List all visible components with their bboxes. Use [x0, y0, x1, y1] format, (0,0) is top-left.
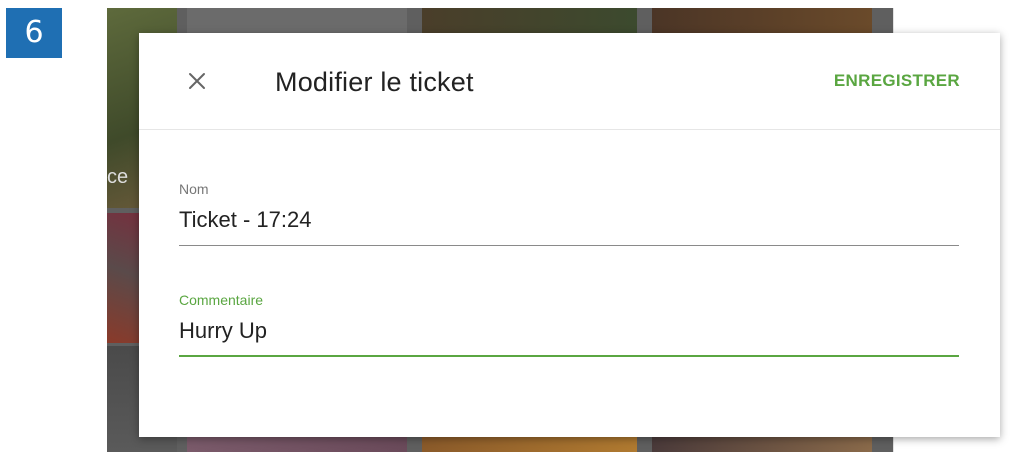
background-text-fragment: ce — [107, 166, 129, 188]
background-photo-tile — [422, 8, 637, 33]
dialog-title: Modifier le ticket — [275, 67, 474, 97]
step-number-badge: 6 — [6, 8, 62, 58]
name-field-label: Nom — [179, 181, 209, 197]
close-icon[interactable] — [185, 69, 209, 93]
comment-field-label: Commentaire — [179, 292, 264, 308]
comment-field: Commentaire — [179, 292, 959, 357]
edit-ticket-dialog: Modifier le ticket ENREGISTRER Nom Comme… — [139, 33, 1000, 437]
dialog-header: Modifier le ticket ENREGISTRER — [139, 33, 1000, 130]
comment-input[interactable] — [179, 318, 959, 357]
save-button[interactable]: ENREGISTRER — [834, 71, 960, 91]
name-input[interactable] — [179, 207, 959, 246]
page: 6 ce Modifier le ticket ENREGISTRER Nom … — [0, 0, 1020, 452]
background-photo-tile — [652, 8, 872, 33]
background-photo-tile — [187, 8, 407, 33]
name-field: Nom — [179, 181, 959, 246]
